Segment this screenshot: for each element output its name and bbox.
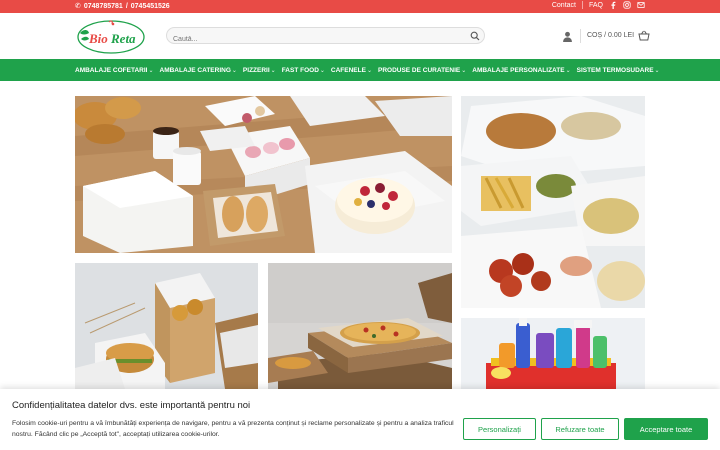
nav-item-label: Ambalaje Cofetarii [75, 66, 148, 74]
phone-number-2[interactable]: 0745451526 [131, 3, 170, 10]
instagram-icon[interactable] [623, 1, 631, 9]
faq-link[interactable]: FAQ [589, 2, 603, 9]
chevron-down-icon: ⌄ [366, 67, 372, 74]
divider [581, 1, 583, 9]
pizza-packaging-tile[interactable] [268, 263, 452, 389]
site-logo[interactable]: Bio Reta [75, 17, 145, 55]
chevron-down-icon: ⌄ [565, 67, 571, 74]
pastry-boxes-photo [75, 96, 452, 253]
cookie-title: Confidențialitatea datelor dvs. este imp… [12, 400, 251, 411]
chevron-down-icon: ⌄ [270, 67, 276, 74]
chevron-down-icon: ⌄ [461, 67, 467, 74]
cart-label: Coș / 0.00 lei [587, 32, 635, 39]
nav-item-ambalaje-catering[interactable]: Ambalaje Catering ⌄ [160, 67, 237, 74]
main-nav: Ambalaje Cofetarii ⌄ Ambalaje Catering ⌄ P… [0, 59, 720, 81]
bakery-packaging-tile[interactable] [75, 96, 452, 253]
svg-text:Bio: Bio [88, 31, 108, 46]
fastfood-packaging-tile[interactable] [75, 263, 258, 389]
cart-icon [638, 30, 650, 41]
phone-number-1[interactable]: 0748785781 [84, 3, 123, 10]
catering-packaging-tile[interactable] [461, 96, 645, 308]
nav-item-produse-curatenie[interactable]: Produse de curatenie ⌄ [378, 67, 466, 74]
nav-item-ambalaje-cofetarii[interactable]: Ambalaje Cofetarii ⌄ [75, 67, 154, 74]
accept-all-button[interactable]: Acceptare toate [624, 418, 708, 440]
nav-item-sistem-termosudare[interactable]: Sistem Termosudare ⌄ [577, 67, 660, 74]
phone-numbers: ✆ 0748785781 / 0745451526 [75, 2, 170, 11]
email-icon[interactable] [637, 1, 645, 9]
chevron-down-icon: ⌄ [319, 67, 325, 74]
cleaning-products-tile[interactable] [461, 318, 645, 389]
nav-item-ambalaje-personalizate[interactable]: Ambalaje Personalizate ⌄ [472, 67, 570, 74]
fastfood-boxes-photo [75, 263, 258, 389]
chevron-down-icon: ⌄ [654, 67, 660, 74]
chevron-down-icon: ⌄ [231, 67, 237, 74]
nav-item-label: Fast Food [281, 66, 319, 74]
customize-button[interactable]: Personalizați [463, 418, 536, 440]
nav-item-label: Sistem Termosudare [576, 66, 654, 74]
cart-link[interactable]: Coș / 0.00 lei [587, 30, 650, 41]
nav-item-label: Ambalaje Catering [159, 66, 231, 74]
svg-text:Reta: Reta [110, 31, 136, 46]
catering-trays-photo [461, 96, 645, 308]
phone-separator: / [125, 2, 128, 10]
reject-all-button[interactable]: Refuzare toate [541, 418, 619, 440]
nav-item-pizzerii[interactable]: Pizzerii ⌄ [243, 67, 276, 74]
pizza-boxes-photo [268, 263, 452, 389]
chevron-down-icon: ⌄ [148, 67, 154, 74]
phone-icon: ✆ [75, 3, 81, 10]
contact-link[interactable]: Contact [552, 2, 576, 9]
nav-item-label: Pizzerii [242, 66, 270, 74]
cookie-consent-banner: Confidențialitatea datelor dvs. este imp… [0, 389, 720, 450]
header-divider [580, 29, 581, 43]
nav-item-label: Ambalaje Personalizate [472, 66, 565, 74]
nav-item-cafenele[interactable]: Cafenele ⌄ [331, 67, 372, 74]
nav-item-fast-food[interactable]: Fast Food ⌄ [282, 67, 325, 74]
site-header: Bio Reta Coș / 0.00 lei [0, 13, 720, 59]
facebook-icon[interactable] [609, 1, 617, 9]
top-bar: ✆ 0748785781 / 0745451526 Contact FAQ [0, 0, 720, 13]
cookie-text: Folosim cookie-uri pentru a vă îmbunătăț… [12, 420, 454, 438]
nav-item-label: Cafenele [330, 66, 366, 74]
nav-item-label: Produse de curatenie [377, 66, 461, 74]
search-box [166, 27, 485, 47]
search-input[interactable] [167, 32, 457, 47]
cleaning-products-photo [461, 318, 645, 389]
search-icon[interactable] [470, 31, 480, 41]
user-account-icon[interactable] [562, 31, 573, 42]
